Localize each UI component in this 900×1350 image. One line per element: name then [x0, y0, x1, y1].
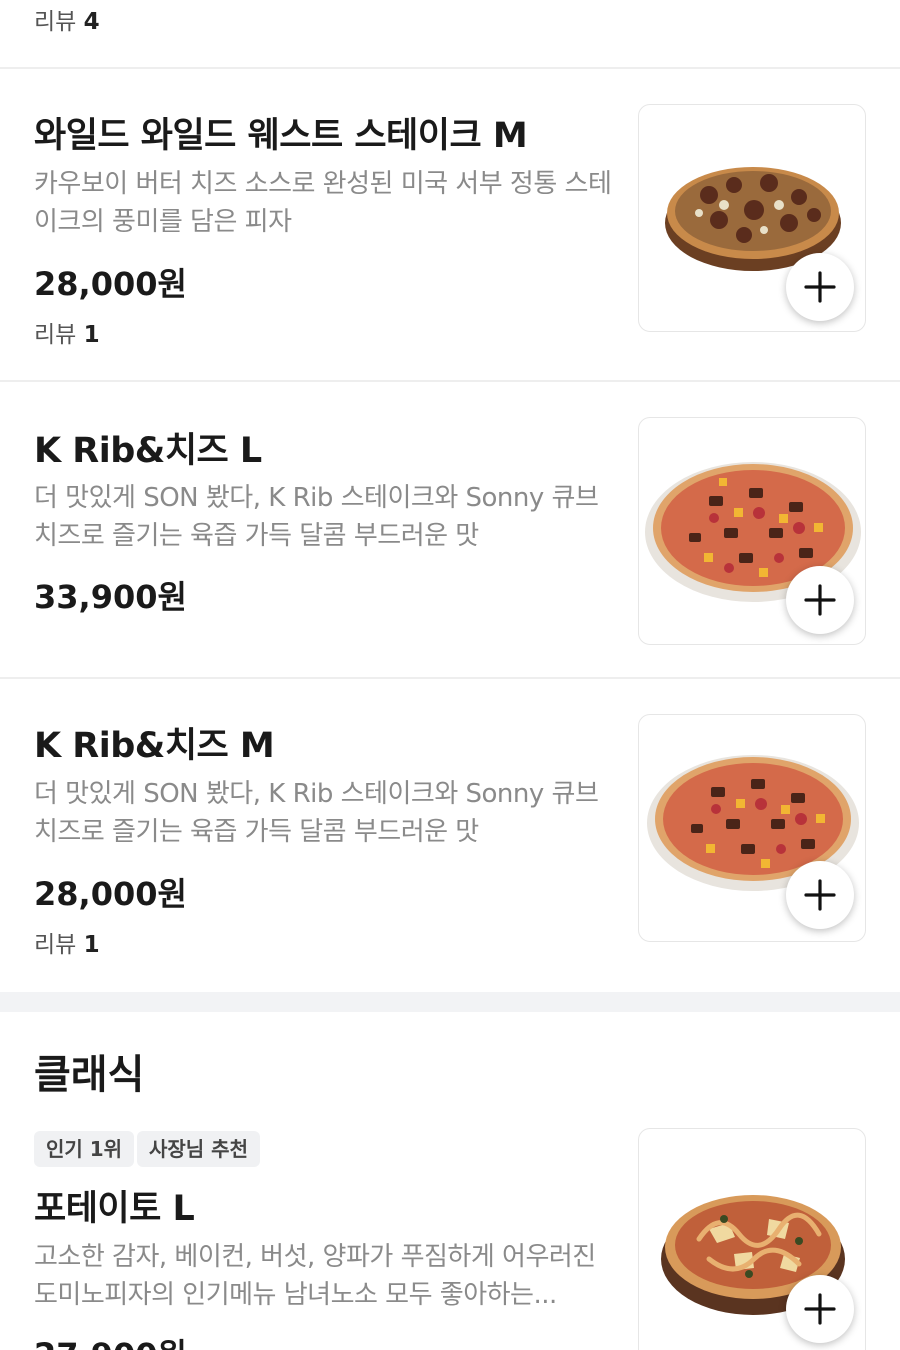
review-count: 리뷰 1: [34, 925, 100, 959]
review-label: 리뷰: [34, 932, 77, 958]
section-title: 클래식: [34, 1052, 145, 1098]
add-to-cart-button[interactable]: [786, 253, 854, 321]
menu-item[interactable]: 포테이토 L 고소한 감자, 베이컨, 버섯, 양파가 푸짐하게 어우러진 도미…: [0, 1128, 900, 1350]
plus-icon: [804, 584, 836, 616]
menu-item-description: 더 맛있게 SON 봤다, K Rib 스테이크와 Sonny 큐브 치즈로 즐…: [34, 779, 599, 847]
menu-item-title: K Rib&치즈 L: [34, 431, 262, 471]
plus-icon: [804, 879, 836, 911]
menu-item[interactable]: 와일드 와일드 웨스트 스테이크 M 카우보이 버터 치즈 소스로 완성된 미국…: [0, 69, 900, 381]
plus-icon: [804, 1293, 836, 1325]
menu-item-price: 33,900원: [34, 578, 187, 616]
review-label: 리뷰: [34, 9, 77, 35]
menu-item-price: 27,900원: [34, 1330, 187, 1350]
menu-item-price: 28,000원: [34, 875, 187, 913]
add-to-cart-button[interactable]: [786, 566, 854, 634]
menu-item-description: 고소한 감자, 베이컨, 버섯, 양파가 푸짐하게 어우러진 도미노피자의 인기…: [34, 1242, 596, 1310]
review-label: 리뷰: [34, 322, 77, 348]
menu-item-title: 와일드 와일드 웨스트 스테이크 M: [34, 116, 528, 156]
add-to-cart-button[interactable]: [786, 1275, 854, 1343]
review-number: 4: [83, 9, 100, 35]
menu-item-title: 포테이토 L: [34, 1189, 195, 1229]
menu-item-description: 카우보이 버터 치즈 소스로 완성된 미국 서부 정통 스테이크의 풍미를 담은…: [34, 169, 612, 237]
section-separator: [0, 992, 900, 1012]
add-to-cart-button[interactable]: [786, 861, 854, 929]
review-count: 리뷰 4: [34, 2, 100, 36]
plus-icon: [804, 271, 836, 303]
menu-item[interactable]: K Rib&치즈 L 더 맛있게 SON 봤다, K Rib 스테이크와 Son…: [0, 382, 900, 677]
menu-item-price: 28,000원: [34, 265, 187, 303]
review-count: 리뷰 1: [34, 315, 100, 349]
review-number: 1: [83, 322, 100, 348]
menu-item-description: 더 맛있게 SON 봤다, K Rib 스테이크와 Sonny 큐브 치즈로 즐…: [34, 483, 599, 551]
review-number: 1: [83, 932, 100, 958]
menu-item-title: K Rib&치즈 M: [34, 726, 275, 766]
menu-item[interactable]: K Rib&치즈 M 더 맛있게 SON 봤다, K Rib 스테이크와 Son…: [0, 679, 900, 992]
